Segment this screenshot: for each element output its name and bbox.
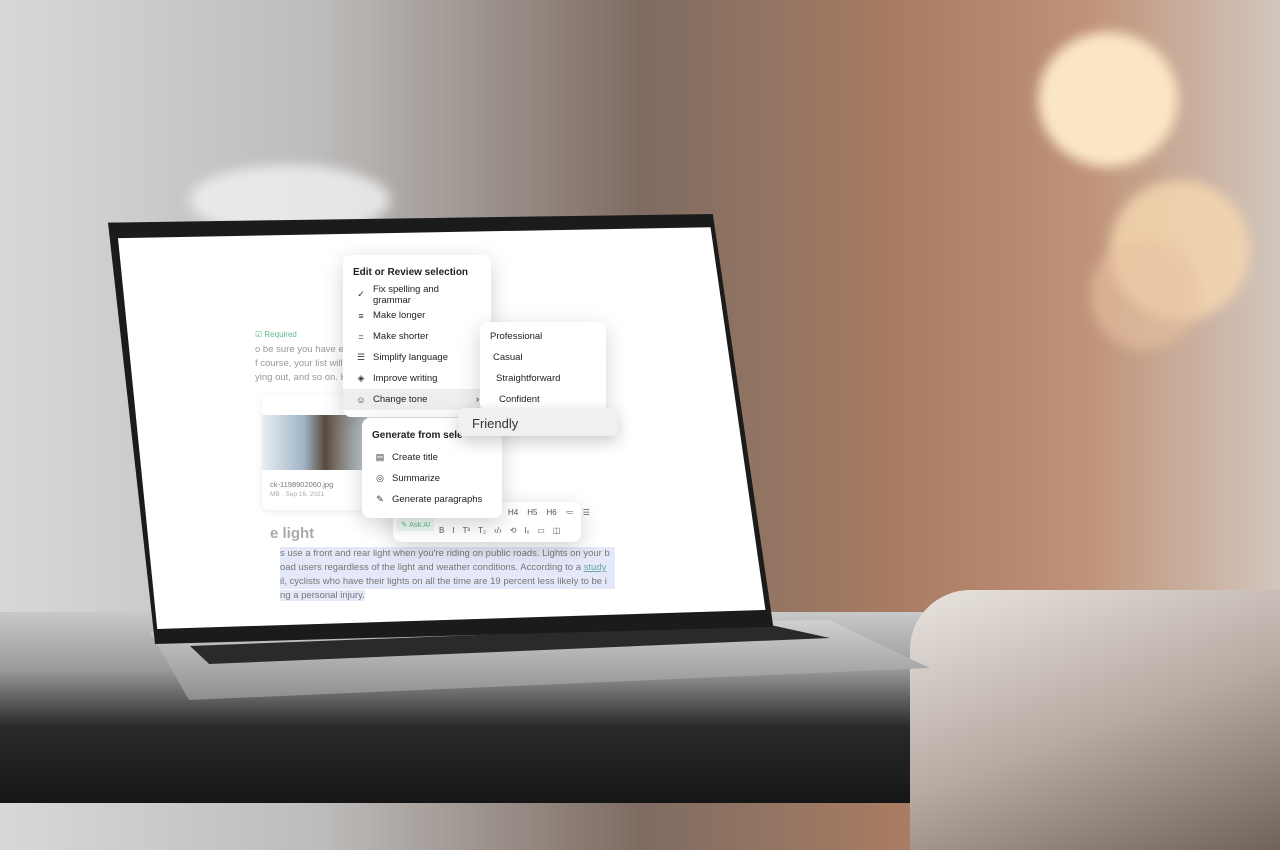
link-button[interactable]: ⟲ (510, 526, 517, 535)
summary-icon: ◎ (376, 473, 384, 483)
menu-item-label: Simplify language (373, 352, 448, 363)
lines-icon: ≡ (358, 310, 364, 321)
menu-item-label: Create title (392, 452, 438, 463)
para-line: il, cyclists who have their lights on al… (280, 575, 615, 589)
para-line: oad users regardless of the light and we… (280, 562, 584, 573)
chair (910, 590, 1280, 850)
tone-menu: Professional Casual Straightforward Conf… (480, 322, 606, 412)
menu-item-fix-spelling[interactable]: ✓ Fix spelling and grammar (343, 283, 491, 306)
menu-item-generate-paragraphs[interactable]: ✎ Generate paragraphs (362, 489, 502, 510)
menu-item-label: Make shorter (373, 331, 429, 342)
ask-ai-button[interactable]: ✎ Ask AI (397, 518, 435, 531)
clear-format-button[interactable]: Iₓ (524, 526, 529, 535)
menu-item-simplify[interactable]: ☰ Simplify language (343, 347, 491, 368)
h5-button[interactable]: H5 (527, 508, 537, 517)
align-icon: ☰ (356, 352, 366, 362)
tone-casual[interactable]: Casual (480, 347, 606, 368)
menu-item-improve[interactable]: ◈ Improve writing (343, 368, 491, 389)
italic-button[interactable]: I (452, 526, 454, 535)
ordered-list-button[interactable]: ≔ (566, 508, 574, 517)
gem-icon: ◈ (357, 373, 365, 383)
para-line: s use a front and rear light when you're… (280, 547, 615, 561)
menu-item-summarize[interactable]: ◎ Summarize (362, 468, 502, 489)
ask-ai-label: Ask AI (408, 520, 431, 529)
toolbar-row2: B I T² T₂ ‹/› ⟲ Iₓ ▭ ◫ (439, 526, 560, 535)
bokeh-light (1090, 240, 1200, 350)
image-meta: MB · Sep 16, 2021 (270, 491, 325, 498)
study-link[interactable]: study (584, 562, 607, 573)
menu-item-make-shorter[interactable]: = Make shorter (343, 326, 491, 347)
tone-straightforward[interactable]: Straightforward (480, 368, 606, 389)
bokeh-light (1038, 32, 1178, 167)
menu-item-create-title[interactable]: ▤ Create title (362, 447, 502, 468)
comment-button[interactable]: ▭ (537, 526, 545, 535)
selected-paragraph[interactable]: s use a front and rear light when you're… (280, 547, 615, 603)
edit-menu-header: Edit or Review selection (353, 267, 469, 278)
cyclist-image (262, 415, 367, 470)
bullet-list-button[interactable]: ☰ (583, 508, 590, 517)
section-heading: e light (270, 525, 315, 542)
short-lines-icon: = (358, 331, 364, 342)
chevron-right-icon: › (475, 394, 479, 405)
menu-item-label: Fix spelling and grammar (372, 283, 439, 306)
h4-button[interactable]: H4 (508, 508, 518, 517)
tone-friendly[interactable]: Friendly (458, 408, 618, 436)
menu-item-label: Make longer (373, 310, 426, 321)
image-filename: ck-1198902060.jpg (270, 480, 334, 489)
edit-menu: Edit or Review selection ✓ Fix spelling a… (343, 255, 491, 417)
smile-icon: ☺ (356, 394, 366, 405)
menu-item-make-longer[interactable]: ≡ Make longer (343, 305, 491, 326)
menu-item-label: Improve writing (373, 373, 438, 384)
h6-button[interactable]: H6 (546, 508, 556, 517)
tone-professional[interactable]: Professional (480, 326, 606, 347)
menu-item-change-tone[interactable]: ☺ Change tone › (343, 389, 491, 410)
toolbar-row1: H4 H5 H6 ≔ ☰ (508, 508, 590, 517)
menu-item-label: Summarize (392, 473, 441, 484)
para-line: ng a personal injury. (280, 590, 365, 601)
menu-item-label: Generate paragraphs (392, 494, 483, 505)
pen-icon: ✎ (376, 494, 384, 504)
code-button[interactable]: ‹/› (494, 526, 502, 535)
superscript-button[interactable]: T² (463, 526, 471, 535)
bold-button[interactable]: B (439, 526, 444, 535)
required-text: Required (264, 330, 297, 339)
check-icon: ✓ (357, 289, 365, 299)
tone-confident[interactable]: Confident (480, 389, 606, 410)
comments-button[interactable]: ◫ (553, 526, 561, 535)
title-icon: ▤ (375, 452, 385, 462)
menu-item-label: Change tone (373, 394, 428, 405)
subscript-button[interactable]: T₂ (478, 526, 486, 535)
